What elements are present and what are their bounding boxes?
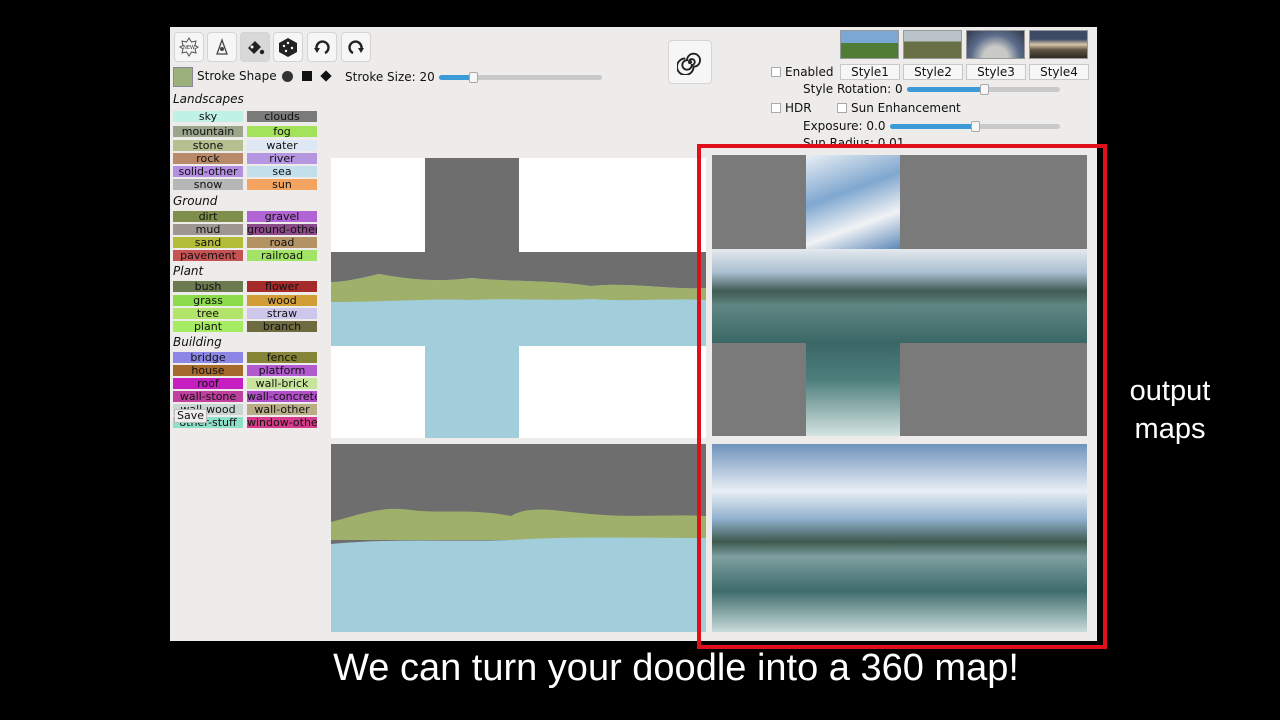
- label-palette: Landscapes sky clouds mountain fog stone…: [170, 90, 330, 435]
- stroke-size-slider[interactable]: [439, 72, 602, 83]
- style4-button[interactable]: Style4: [1029, 64, 1089, 80]
- square-shape-icon[interactable]: [302, 71, 312, 81]
- current-color-swatch[interactable]: [173, 67, 193, 87]
- redo-icon[interactable]: [341, 32, 371, 62]
- panorama-canvas[interactable]: [331, 444, 706, 632]
- stroke-brush-icon[interactable]: [207, 32, 237, 62]
- category-title: Landscapes: [173, 92, 244, 106]
- label-water[interactable]: water: [247, 140, 317, 151]
- hdr-checkbox[interactable]: [771, 103, 781, 113]
- enabled-label: Enabled: [785, 65, 834, 79]
- output-maps-annotation: output maps: [1115, 372, 1225, 448]
- stroke-shape-label: Stroke Shape: [197, 69, 277, 83]
- label-river[interactable]: river: [247, 153, 317, 164]
- style2-thumbnail[interactable]: [903, 30, 962, 59]
- label-snow[interactable]: snow: [173, 179, 243, 190]
- category-title: Building: [173, 335, 222, 349]
- label-sun[interactable]: sun: [247, 179, 317, 190]
- style3-button[interactable]: Style3: [966, 64, 1026, 80]
- label-solid-other[interactable]: solid-other: [173, 166, 243, 177]
- label-window-other[interactable]: window-other: [247, 417, 317, 428]
- label-railroad[interactable]: railroad: [247, 250, 317, 261]
- label-wall-other[interactable]: wall-other: [247, 404, 317, 415]
- label-ground-other[interactable]: ground-other: [247, 224, 317, 235]
- style-rotation-slider[interactable]: [907, 84, 1060, 95]
- style1-thumbnail[interactable]: [840, 30, 899, 59]
- category-title: Ground: [173, 194, 218, 208]
- label-wall-concrete[interactable]: wall-concrete: [247, 391, 317, 402]
- diamond-shape-icon[interactable]: [320, 70, 332, 82]
- label-straw[interactable]: straw: [247, 308, 317, 319]
- new-icon-label: NEW: [183, 45, 195, 51]
- label-bush[interactable]: bush: [173, 281, 243, 292]
- label-sand[interactable]: sand: [173, 237, 243, 248]
- label-fence[interactable]: fence: [247, 352, 317, 363]
- category-title: Plant: [173, 264, 204, 278]
- label-gravel[interactable]: gravel: [247, 211, 317, 222]
- exposure-label: Exposure: 0.0: [803, 119, 886, 133]
- cubemap-canvas[interactable]: [331, 158, 706, 438]
- stroke-size-knob[interactable]: [469, 72, 478, 83]
- canvas-face-strip: [331, 252, 706, 346]
- label-roof[interactable]: roof: [173, 378, 243, 389]
- label-branch[interactable]: branch: [247, 321, 317, 332]
- hdr-label: HDR: [785, 101, 812, 115]
- label-sky[interactable]: sky: [173, 111, 243, 122]
- label-house[interactable]: house: [173, 365, 243, 376]
- save-button[interactable]: Save: [174, 409, 208, 423]
- circle-shape-icon[interactable]: [282, 71, 293, 82]
- annotation-line1: output: [1129, 375, 1211, 407]
- label-rock[interactable]: rock: [173, 153, 243, 164]
- label-road[interactable]: road: [247, 237, 317, 248]
- label-platform[interactable]: platform: [247, 365, 317, 376]
- label-sea[interactable]: sea: [247, 166, 317, 177]
- label-wood[interactable]: wood: [247, 295, 317, 306]
- style3-thumbnail[interactable]: [966, 30, 1025, 59]
- label-pavement[interactable]: pavement: [173, 250, 243, 261]
- undo-icon[interactable]: [307, 32, 337, 62]
- spiral-generate-icon[interactable]: [668, 40, 712, 84]
- label-mud[interactable]: mud: [173, 224, 243, 235]
- style4-thumbnail[interactable]: [1029, 30, 1088, 59]
- label-stone[interactable]: stone: [173, 140, 243, 151]
- style2-button[interactable]: Style2: [903, 64, 963, 80]
- label-flower[interactable]: flower: [247, 281, 317, 292]
- label-plant[interactable]: plant: [173, 321, 243, 332]
- sun-enhancement-label: Sun Enhancement: [851, 101, 961, 115]
- label-tree[interactable]: tree: [173, 308, 243, 319]
- label-wall-brick[interactable]: wall-brick: [247, 378, 317, 389]
- style1-button[interactable]: Style1: [840, 64, 900, 80]
- label-fog[interactable]: fog: [247, 126, 317, 137]
- random-dice-icon[interactable]: [273, 32, 303, 62]
- exposure-knob[interactable]: [971, 121, 980, 132]
- label-dirt[interactable]: dirt: [173, 211, 243, 222]
- paint-fill-icon[interactable]: [240, 32, 270, 62]
- exposure-slider[interactable]: [890, 121, 1060, 132]
- output-highlight-box: [697, 144, 1107, 649]
- sun-enhancement-checkbox[interactable]: [837, 103, 847, 113]
- label-bridge[interactable]: bridge: [173, 352, 243, 363]
- style-rotation-knob[interactable]: [980, 84, 989, 95]
- annotation-line2: maps: [1134, 413, 1206, 445]
- label-clouds[interactable]: clouds: [247, 111, 317, 122]
- label-grass[interactable]: grass: [173, 295, 243, 306]
- label-mountain[interactable]: mountain: [173, 126, 243, 137]
- enabled-checkbox[interactable]: [771, 67, 781, 77]
- canvas-face-bottom: [425, 346, 519, 438]
- subtitle-caption: We can turn your doodle into a 360 map!: [333, 647, 1019, 689]
- new-icon[interactable]: NEW: [174, 32, 204, 62]
- canvas-face-top: [425, 158, 519, 252]
- label-wall-stone[interactable]: wall-stone: [173, 391, 243, 402]
- stroke-size-label: Stroke Size: 20: [345, 70, 435, 84]
- style-rotation-label: Style Rotation: 0: [803, 82, 903, 96]
